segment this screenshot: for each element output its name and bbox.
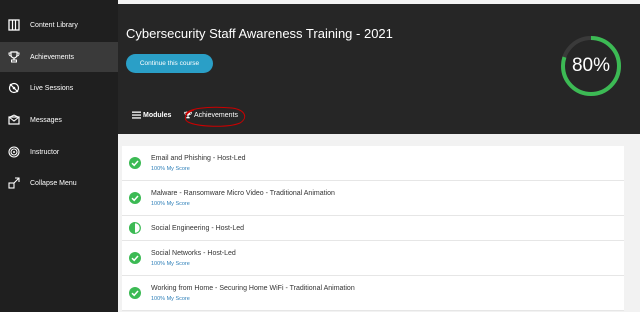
- module-score: 100% My Score: [151, 165, 190, 172]
- sidebar-item-messages[interactable]: Messages: [0, 105, 118, 135]
- course-title: Cybersecurity Staff Awareness Training -…: [126, 26, 393, 41]
- check-circle-icon: [129, 157, 141, 169]
- sidebar-item-label: Messages: [30, 116, 62, 124]
- module-score: 100% My Score: [151, 260, 190, 267]
- check-circle-icon: [129, 287, 141, 299]
- list-icon: [132, 111, 141, 119]
- tab-modules-label: Modules: [143, 111, 172, 119]
- module-row[interactable]: Malware - Ransomware Micro Video - Tradi…: [122, 181, 624, 216]
- sidebar-item-instructor[interactable]: Instructor: [0, 137, 118, 167]
- tab-modules[interactable]: Modules: [132, 109, 171, 121]
- sidebar-item-live-sessions[interactable]: Live Sessions: [0, 73, 118, 103]
- tab-achievements-label: Achievements: [194, 111, 238, 119]
- module-row[interactable]: Email and Phishing - Host-Led 100% My Sc…: [122, 146, 624, 181]
- sidebar-item-label: Instructor: [30, 148, 60, 156]
- trophy-icon: [184, 111, 192, 119]
- course-header: Cybersecurity Staff Awareness Training -…: [118, 4, 640, 134]
- sidebar-item-label: Content Library: [30, 21, 78, 29]
- half-circle-icon: [129, 222, 141, 234]
- module-list: Email and Phishing - Host-Led 100% My Sc…: [122, 146, 624, 311]
- progress-percent: 80%: [571, 55, 611, 76]
- sidebar-item-label: Live Sessions: [30, 84, 74, 92]
- module-row[interactable]: Social Engineering - Host-Led: [122, 216, 624, 241]
- sidebar-item-label: Achievements: [30, 53, 74, 61]
- sidebar-item-collapse-menu[interactable]: Collapse Menu: [0, 168, 118, 198]
- module-score: 100% My Score: [151, 200, 190, 207]
- live-sessions-icon: [0, 82, 28, 94]
- tab-achievements[interactable]: Achievements: [184, 109, 238, 121]
- collapse-icon: [0, 177, 28, 189]
- check-circle-icon: [129, 252, 141, 264]
- trophy-icon: [0, 51, 28, 63]
- sidebar-item-content-library[interactable]: Content Library: [0, 10, 118, 40]
- instructor-icon: [0, 146, 28, 158]
- module-title[interactable]: Email and Phishing - Host-Led: [151, 155, 246, 162]
- sidebar-item-achievements[interactable]: Achievements: [0, 42, 118, 72]
- check-circle-icon: [129, 192, 141, 204]
- continue-course-button[interactable]: Continue this course: [126, 54, 213, 73]
- sidebar-item-label: Collapse Menu: [30, 179, 77, 187]
- sidebar: Content Library Achievements Live Sessio…: [0, 0, 118, 312]
- module-row[interactable]: Social Networks - Host-Led 100% My Score: [122, 241, 624, 276]
- module-title[interactable]: Social Engineering - Host-Led: [151, 225, 244, 232]
- module-title[interactable]: Social Networks - Host-Led: [151, 250, 236, 257]
- module-title[interactable]: Malware - Ransomware Micro Video - Tradi…: [151, 190, 335, 197]
- module-title[interactable]: Working from Home - Securing Home WiFi -…: [151, 285, 355, 292]
- module-row[interactable]: Working from Home - Securing Home WiFi -…: [122, 276, 624, 311]
- envelope-icon: [0, 114, 28, 126]
- library-icon: [0, 19, 28, 31]
- module-score: 100% My Score: [151, 295, 190, 302]
